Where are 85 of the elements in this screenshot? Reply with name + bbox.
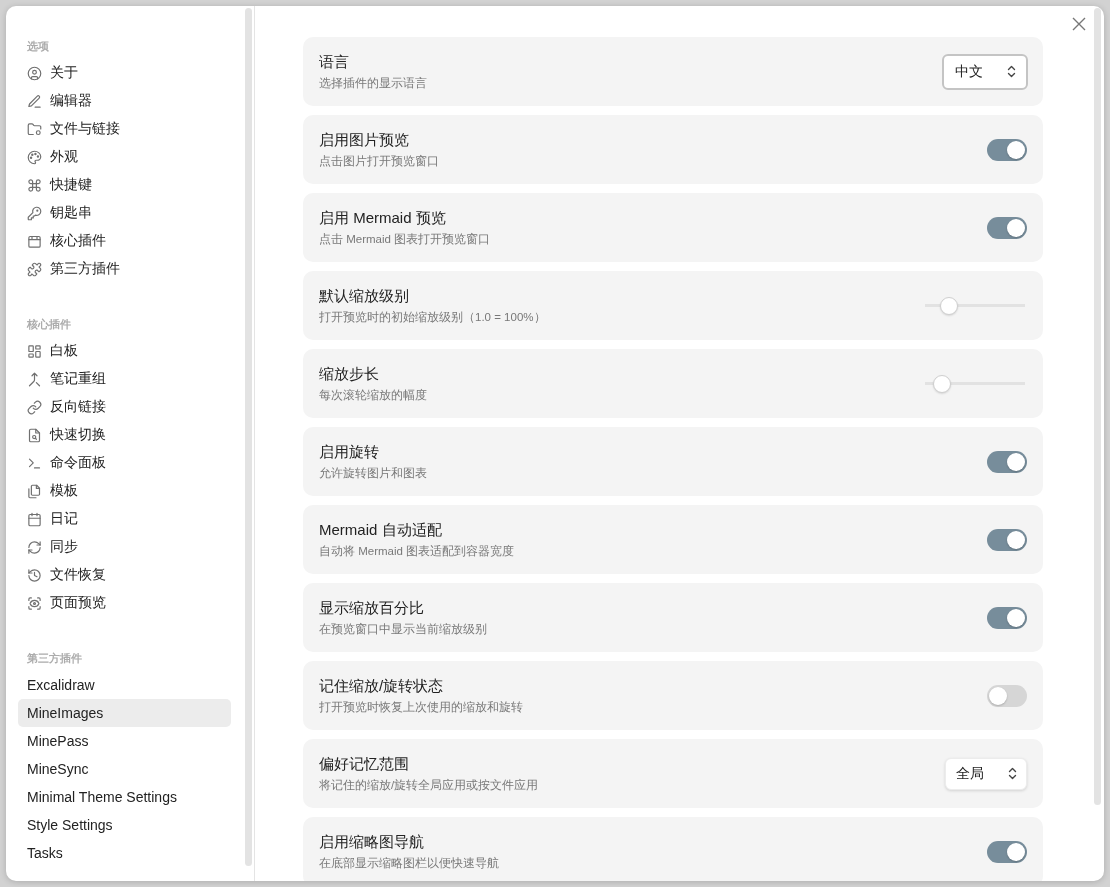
command-icon <box>27 177 42 193</box>
sidebar-item[interactable]: 快速切换 <box>18 421 231 449</box>
close-button[interactable] <box>1070 15 1088 33</box>
scrollbar-thumb[interactable] <box>245 8 252 866</box>
calendar-icon <box>27 511 42 527</box>
slider-thumb[interactable] <box>939 296 958 315</box>
user-circle-icon <box>27 65 42 81</box>
setting-title: 启用旋转 <box>319 442 379 462</box>
merge-arrow-icon <box>27 371 42 387</box>
sidebar-item[interactable]: 第三方插件 <box>18 255 231 283</box>
sidebar-item[interactable]: 同步 <box>18 533 231 561</box>
setting-title: 启用缩略图导航 <box>319 832 424 852</box>
sidebar-item[interactable]: 反向链接 <box>18 393 231 421</box>
sidebar-item[interactable]: 白板 <box>18 337 231 365</box>
sidebar-item[interactable]: MineSync <box>18 755 231 783</box>
section-heading: 第三方插件 <box>26 651 82 666</box>
file-search-icon <box>27 427 42 443</box>
sidebar-item[interactable]: MinePass <box>18 727 231 755</box>
setting-description: 在预览窗口中显示当前缩放级别 <box>319 622 487 637</box>
setting-description: 每次滚轮缩放的幅度 <box>319 388 427 403</box>
toggle-switch[interactable] <box>987 138 1027 161</box>
history-icon <box>27 567 42 583</box>
sidebar-item[interactable]: Minimal Theme Settings <box>18 783 231 811</box>
files-icon <box>27 483 42 499</box>
setting-description: 自动将 Mermaid 图表适配到容器宽度 <box>319 544 515 559</box>
eye-scan-icon <box>27 595 42 611</box>
scrollbar-thumb[interactable] <box>1094 8 1101 805</box>
grid-icon <box>27 343 42 359</box>
puzzle-icon <box>27 261 42 277</box>
toggle-switch[interactable] <box>987 606 1027 629</box>
palette-icon <box>27 149 42 165</box>
sidebar-item[interactable]: 模板 <box>18 477 231 505</box>
slider-thumb[interactable] <box>933 374 952 393</box>
sidebar-item[interactable]: 文件恢复 <box>18 561 231 589</box>
close-icon <box>1072 17 1086 31</box>
refresh-icon <box>27 539 42 555</box>
toggle-switch[interactable] <box>987 684 1027 707</box>
setting-description: 选择插件的显示语言 <box>319 76 427 91</box>
folder-icon <box>27 121 42 137</box>
sidebar-item[interactable]: 关于 <box>18 59 231 87</box>
sidebar-item[interactable]: Style Settings <box>18 811 231 839</box>
sidebar-item[interactable]: 外观 <box>18 143 231 171</box>
setting-title: 记住缩放/旋转状态 <box>319 676 444 696</box>
setting-title: 默认缩放级别 <box>319 286 409 306</box>
toggle-switch[interactable] <box>987 216 1027 239</box>
setting-description: 打开预览时恢复上次使用的缩放和旋转 <box>319 700 523 715</box>
setting-description: 打开预览时的初始缩放级别（1.0 = 100%） <box>319 310 546 325</box>
key-icon <box>27 205 42 221</box>
dropdown[interactable]: 全局 <box>945 757 1027 790</box>
terminal-icon <box>27 455 42 471</box>
sidebar-item[interactable]: 命令面板 <box>18 449 231 477</box>
setting-description: 允许旋转图片和图表 <box>319 466 427 481</box>
toggle-switch[interactable] <box>987 450 1027 473</box>
toggle-switch[interactable] <box>987 840 1027 863</box>
sidebar-item[interactable]: Tasks <box>18 839 231 867</box>
section-heading: 核心插件 <box>26 317 71 332</box>
toggle-switch[interactable] <box>987 528 1027 551</box>
sidebar-item[interactable]: 笔记重组 <box>18 365 231 393</box>
chevron-updown-icon <box>1008 767 1017 780</box>
chevron-updown-icon <box>1007 65 1016 78</box>
sidebar-item[interactable]: Excalidraw <box>18 671 231 699</box>
sidebar-item[interactable]: 页面预览 <box>18 589 231 617</box>
setting-title: 启用图片预览 <box>319 130 409 150</box>
setting-description: 点击 Mermaid 图表打开预览窗口 <box>319 232 491 247</box>
sidebar-item[interactable]: 快捷键 <box>18 171 231 199</box>
sidebar-item[interactable]: 日记 <box>18 505 231 533</box>
setting-description: 在底部显示缩略图栏以便快速导航 <box>319 856 499 871</box>
setting-title: 缩放步长 <box>319 364 379 384</box>
pencil-icon <box>27 93 42 109</box>
sidebar-item[interactable]: 核心插件 <box>18 227 231 255</box>
sidebar-item[interactable]: 编辑器 <box>18 87 231 115</box>
sidebar-item[interactable]: 钥匙串 <box>18 199 231 227</box>
setting-title: 偏好记忆范围 <box>319 754 409 774</box>
setting-title: 显示缩放百分比 <box>319 598 424 618</box>
section-heading: 选项 <box>26 39 49 54</box>
box-icon <box>27 233 42 249</box>
setting-description: 点击图片打开预览窗口 <box>319 154 439 169</box>
link-icon <box>27 399 42 415</box>
dropdown[interactable]: 中文 <box>942 53 1028 90</box>
setting-description: 将记住的缩放/旋转全局应用或按文件应用 <box>319 778 539 793</box>
sidebar-item[interactable]: MineImages <box>18 699 231 727</box>
sidebar-item[interactable]: 文件与链接 <box>18 115 231 143</box>
setting-title: 语言 <box>319 52 349 72</box>
setting-title: Mermaid 自动适配 <box>319 520 442 540</box>
setting-title: 启用 Mermaid 预览 <box>319 208 446 228</box>
